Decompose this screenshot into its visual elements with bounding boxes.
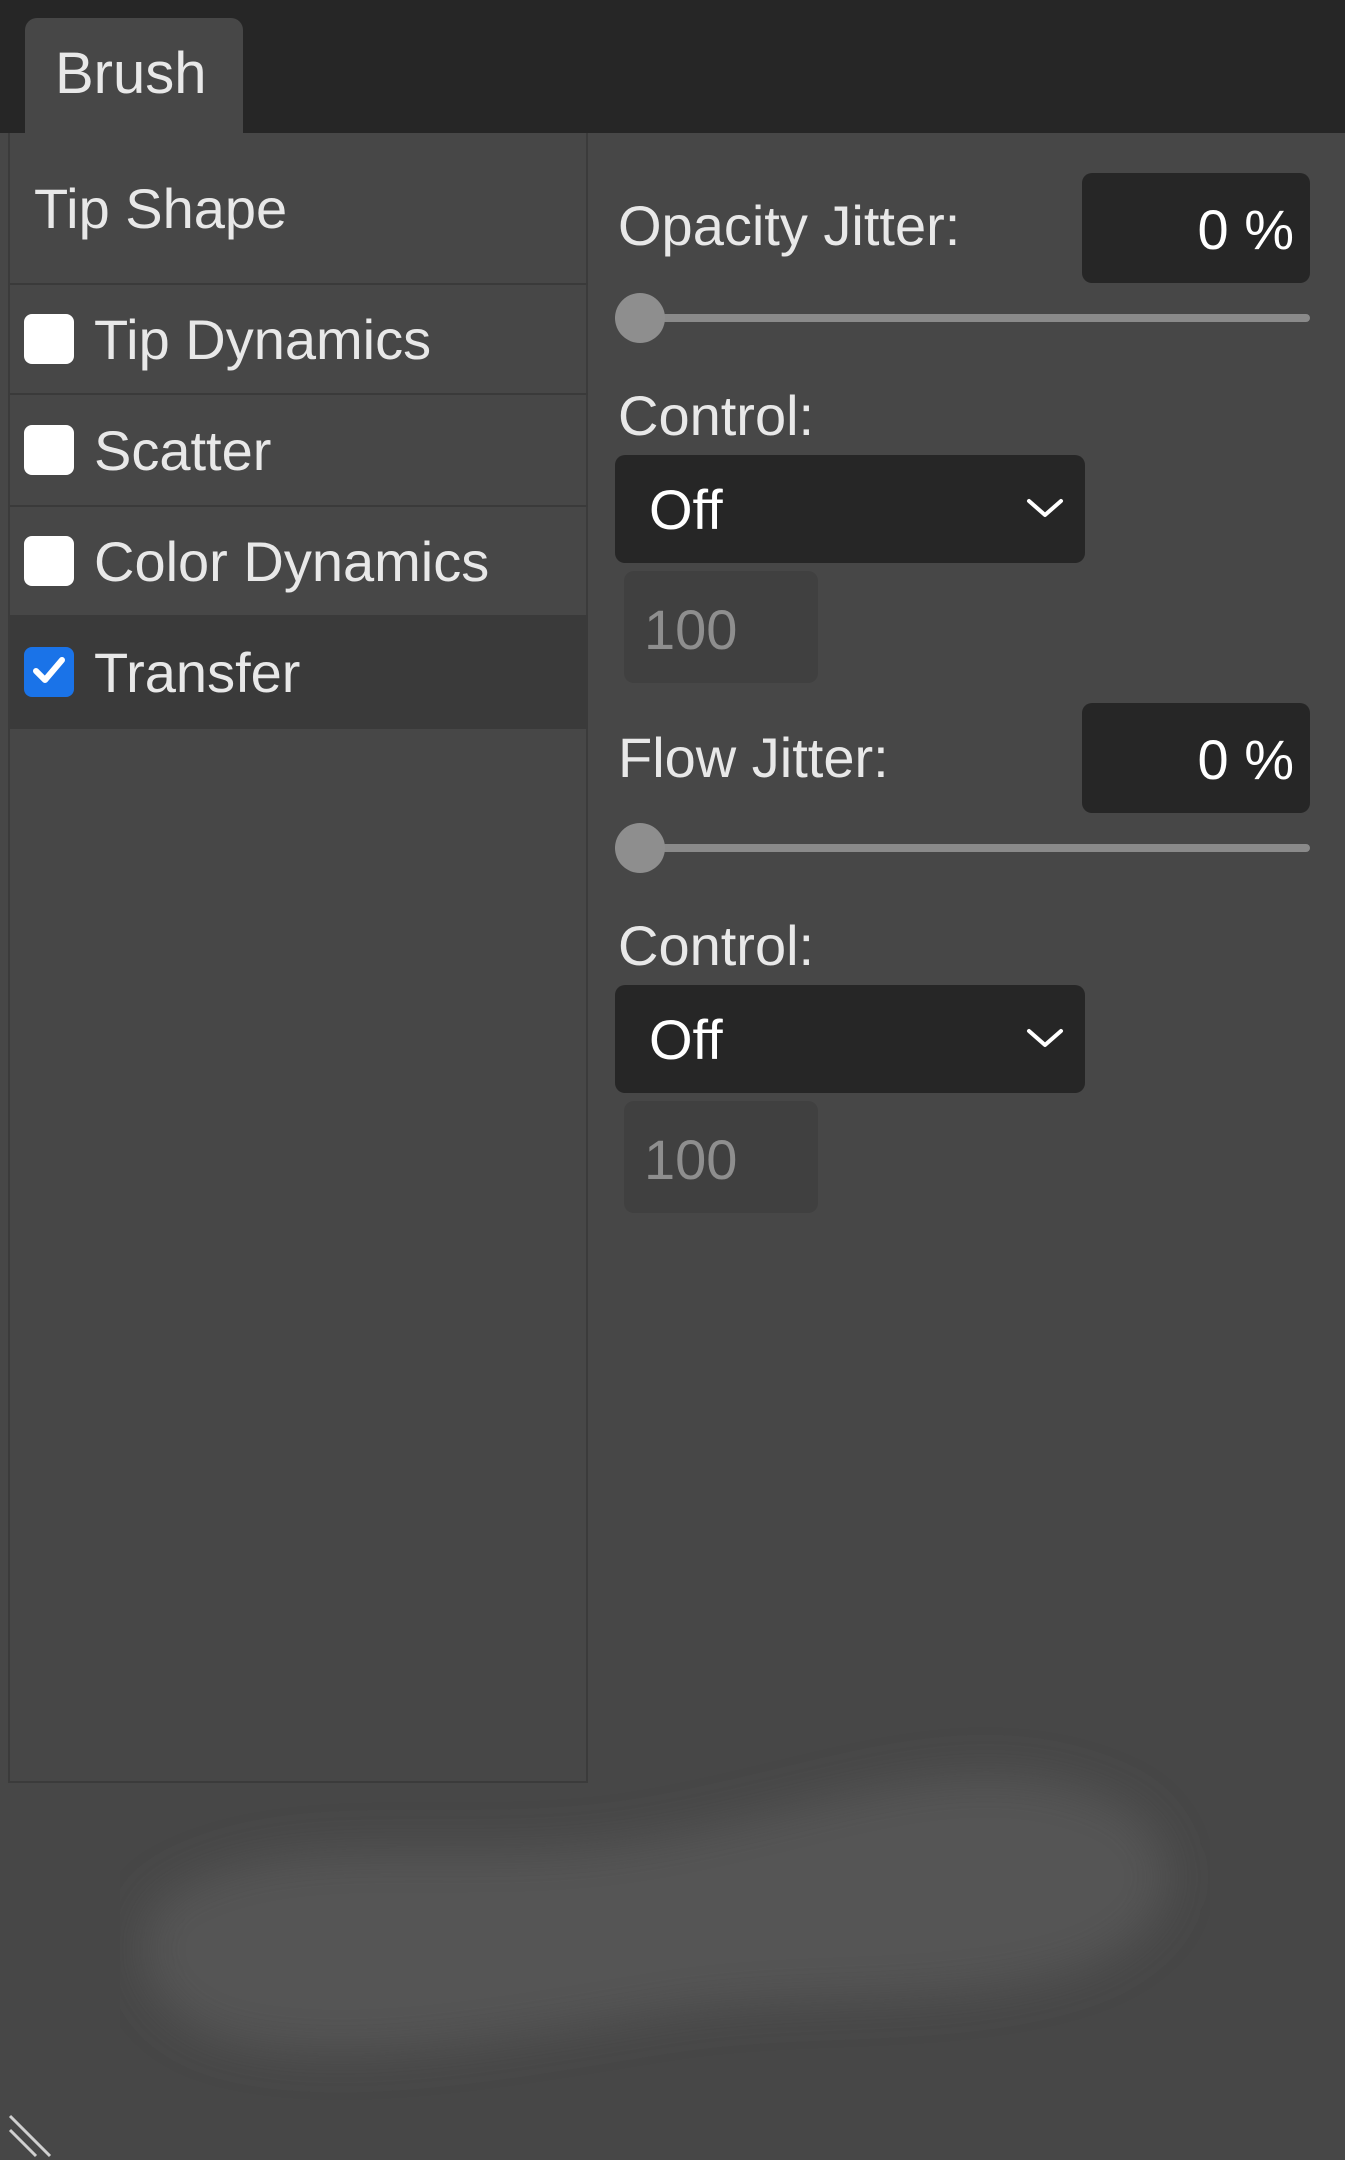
slider-track xyxy=(615,314,1310,322)
opacity-control-select[interactable]: Off xyxy=(615,455,1085,563)
scatter-checkbox[interactable] xyxy=(24,425,74,475)
sidebar-item-label: Tip Dynamics xyxy=(94,307,432,371)
chevron-down-icon xyxy=(1027,499,1063,517)
opacity-jitter-value: 0 % xyxy=(1197,198,1295,261)
sidebar-item-label: Scatter xyxy=(94,418,272,482)
sidebar-item-tip-shape[interactable]: Tip Shape xyxy=(10,133,588,285)
slider-thumb[interactable] xyxy=(615,293,665,343)
flow-control-number-field[interactable]: 100 xyxy=(624,1101,818,1213)
slider-thumb[interactable] xyxy=(615,823,665,873)
opacity-jitter-field[interactable]: 0 % xyxy=(1082,173,1310,283)
flow-control-label: Control: xyxy=(618,914,815,977)
flow-control-select[interactable]: Off xyxy=(615,985,1085,1093)
flow-control-value: Off xyxy=(649,1008,723,1071)
sidebar-item-label: Transfer xyxy=(94,640,301,704)
color-dynamics-checkbox[interactable] xyxy=(24,536,74,586)
sidebar-item-tip-dynamics[interactable]: Tip Dynamics xyxy=(10,285,588,395)
opacity-control-number: 100 xyxy=(644,598,738,661)
brush-stroke-preview xyxy=(142,1775,1169,2052)
flow-control-number: 100 xyxy=(644,1128,738,1191)
flow-jitter-slider[interactable] xyxy=(615,823,1310,873)
flow-jitter-field[interactable]: 0 % xyxy=(1082,703,1310,813)
flow-jitter-value: 0 % xyxy=(1197,728,1295,791)
transfer-checkbox[interactable] xyxy=(24,647,74,697)
brush-settings-window: Brush Tip Shape Tip Dynamics Scatter Col… xyxy=(0,0,1345,2160)
opacity-control-number-field[interactable]: 100 xyxy=(624,571,818,683)
tab-brush[interactable]: Brush xyxy=(25,18,243,136)
flow-jitter-label: Flow Jitter: xyxy=(618,726,889,789)
tab-brush-label: Brush xyxy=(55,41,207,106)
opacity-jitter-label: Opacity Jitter: xyxy=(618,194,961,257)
sidebar-item-label: Color Dynamics xyxy=(94,529,490,593)
opacity-control-label: Control: xyxy=(618,384,815,447)
sidebar-item-scatter[interactable]: Scatter xyxy=(10,395,588,507)
sidebar-item-transfer[interactable]: Transfer xyxy=(10,617,588,729)
brush-sidebar: Tip Shape Tip Dynamics Scatter Color Dyn… xyxy=(8,133,588,1783)
checkmark-icon xyxy=(33,657,65,683)
slider-track xyxy=(615,844,1310,852)
resize-grip-icon[interactable] xyxy=(6,2110,54,2158)
sidebar-item-color-dynamics[interactable]: Color Dynamics xyxy=(10,507,588,617)
opacity-jitter-slider[interactable] xyxy=(615,293,1310,343)
opacity-control-value: Off xyxy=(649,478,723,541)
chevron-down-icon xyxy=(1027,1029,1063,1047)
tip-dynamics-checkbox[interactable] xyxy=(24,314,74,364)
sidebar-item-label: Tip Shape xyxy=(34,176,288,240)
